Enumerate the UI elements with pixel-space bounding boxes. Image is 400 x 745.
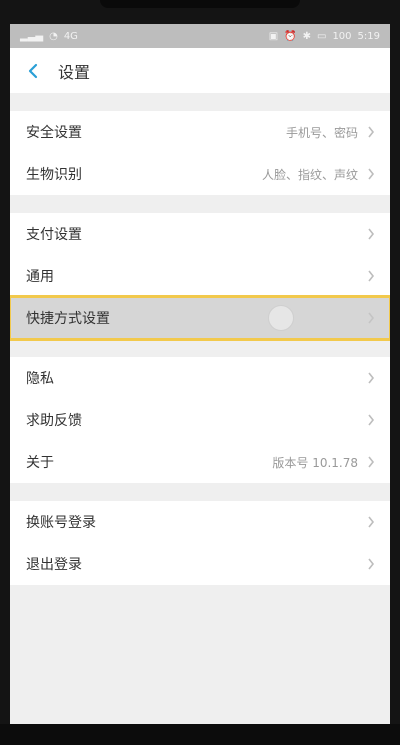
status-bar: ▂▃▄ ◔ 4G ▣ ⏰ ✱ ▭ 100 5:19: [10, 24, 390, 48]
section-gap: [10, 483, 390, 501]
row-security-settings[interactable]: 安全设置 手机号、密码: [10, 111, 390, 153]
row-payment-settings[interactable]: 支付设置: [10, 213, 390, 255]
row-value: 人脸、指纹、声纹: [261, 167, 358, 182]
chevron-right-icon: [368, 228, 375, 240]
signal-text: 4G: [63, 30, 78, 42]
row-label: 换账号登录: [26, 515, 96, 531]
row-right: 人脸、指纹、声纹: [262, 166, 376, 183]
device-bottom-bezel: [0, 724, 400, 745]
alarm-icon: ⏰: [284, 30, 297, 42]
row-label: 安全设置: [26, 125, 82, 141]
chevron-right-icon: [368, 414, 375, 426]
status-time: 5:19: [357, 30, 380, 42]
row-value: 版本号 10.1.78: [272, 455, 358, 470]
row-general[interactable]: 通用: [10, 255, 390, 297]
chevron-right-icon: [368, 126, 375, 138]
row-label: 生物识别: [26, 167, 82, 183]
bluetooth-icon: ✱: [302, 30, 311, 42]
row-label: 退出登录: [26, 557, 82, 573]
row-right: [358, 516, 376, 528]
row-label: 快捷方式设置: [26, 311, 110, 327]
battery-icon: ▭: [316, 30, 327, 42]
signal-icon: ▂▃▄: [20, 30, 44, 42]
settings-screen: ▂▃▄ ◔ 4G ▣ ⏰ ✱ ▭ 100 5:19 设置 安全设置 手机号、密码…: [10, 24, 390, 724]
row-help-feedback[interactable]: 求助反馈: [10, 399, 390, 441]
section-gap: [10, 339, 390, 357]
chevron-right-icon: [368, 372, 375, 384]
touch-indicator: [268, 305, 294, 331]
row-shortcut-settings[interactable]: 快捷方式设置: [10, 295, 390, 341]
status-left: ▂▃▄ ◔ 4G: [20, 31, 78, 42]
row-about[interactable]: 关于 版本号 10.1.78: [10, 441, 390, 483]
row-label: 通用: [26, 269, 54, 285]
row-switch-account[interactable]: 换账号登录: [10, 501, 390, 543]
section-gap: [10, 195, 390, 213]
section-gap: [10, 93, 390, 111]
row-right: [358, 414, 376, 426]
row-right: 手机号、密码: [286, 124, 376, 141]
settings-group-general: 支付设置 通用 快捷方式设置: [10, 213, 390, 341]
row-label: 支付设置: [26, 227, 82, 243]
page-title: 设置: [58, 62, 91, 82]
chevron-left-icon: [28, 63, 38, 78]
row-label: 关于: [26, 455, 54, 471]
sim-icon: ▣: [268, 30, 279, 42]
status-right: ▣ ⏰ ✱ ▭ 100 5:19: [269, 31, 380, 42]
row-right: 版本号 10.1.78: [272, 454, 376, 471]
chevron-right-icon: [368, 270, 375, 282]
chevron-right-icon: [368, 516, 375, 528]
battery-text: 100: [332, 30, 352, 42]
row-right: [358, 228, 376, 240]
row-right: [358, 312, 376, 324]
settings-group-account: 安全设置 手机号、密码 生物识别 人脸、指纹、声纹: [10, 111, 390, 195]
row-right: [358, 270, 376, 282]
chevron-right-icon: [368, 558, 375, 570]
settings-group-support: 隐私 求助反馈 关于 版本号 10.1.78: [10, 357, 390, 483]
row-logout[interactable]: 退出登录: [10, 543, 390, 585]
row-privacy[interactable]: 隐私: [10, 357, 390, 399]
row-right: [358, 558, 376, 570]
back-button[interactable]: [24, 62, 42, 80]
chevron-right-icon: [368, 456, 375, 468]
row-biometric-recognition[interactable]: 生物识别 人脸、指纹、声纹: [10, 153, 390, 195]
row-value: 手机号、密码: [285, 125, 358, 140]
wifi-icon: ◔: [49, 30, 58, 42]
device-notch: [100, 0, 300, 8]
chevron-right-icon: [368, 168, 375, 180]
row-label: 求助反馈: [26, 413, 82, 429]
device-frame: ▂▃▄ ◔ 4G ▣ ⏰ ✱ ▭ 100 5:19 设置 安全设置 手机号、密码…: [0, 0, 400, 745]
page-header: 设置: [10, 48, 390, 93]
chevron-right-icon: [368, 312, 375, 324]
row-label: 隐私: [26, 371, 54, 387]
settings-group-session: 换账号登录 退出登录: [10, 501, 390, 585]
row-right: [358, 372, 376, 384]
